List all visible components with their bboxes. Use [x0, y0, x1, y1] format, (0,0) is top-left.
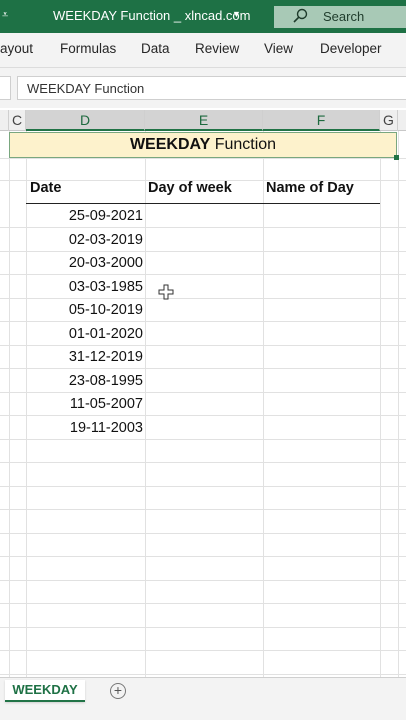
formula-input[interactable]: WEEKDAY Function	[17, 76, 406, 100]
tab-view[interactable]: View	[264, 41, 293, 56]
title-bar: ⩡ WEEKDAY Function _ xlncad.com ▼ Search	[0, 0, 406, 33]
column-header-f[interactable]: F	[263, 110, 380, 131]
row-header-edge	[0, 110, 9, 131]
chevron-down-icon[interactable]: ▼	[232, 9, 241, 19]
header-date[interactable]: Date	[30, 180, 61, 196]
column-header-c[interactable]: C	[9, 110, 26, 131]
ribbon-tabs: ayout Formulas Data Review View Develope…	[0, 33, 406, 68]
window-title: WEEKDAY Function _ xlncad.com	[53, 8, 251, 23]
worksheet-grid[interactable]: WEEKDAY Function Date Day of week Name o…	[0, 131, 406, 677]
tab-data[interactable]: Data	[141, 41, 170, 56]
formula-bar: WEEKDAY Function	[0, 68, 406, 108]
sheet-title-rest: Function	[210, 136, 277, 153]
tab-page-layout[interactable]: ayout	[0, 41, 33, 56]
fill-handle[interactable]	[394, 155, 399, 160]
header-day-of-week[interactable]: Day of week	[148, 180, 232, 196]
formula-value: WEEKDAY Function	[27, 81, 145, 96]
column-headers: C D E F G	[0, 110, 406, 131]
header-border	[26, 203, 380, 204]
date-cell[interactable]: 02-03-2019	[26, 232, 143, 248]
date-cell[interactable]: 23-08-1995	[26, 373, 143, 389]
column-header-e[interactable]: E	[145, 110, 263, 131]
cell-cursor-icon	[158, 284, 174, 300]
search-icon	[293, 8, 308, 23]
date-cell[interactable]: 01-01-2020	[26, 326, 143, 342]
tab-formulas[interactable]: Formulas	[60, 41, 116, 56]
date-cell[interactable]: 31-12-2019	[26, 349, 143, 365]
date-cell[interactable]: 25-09-2021	[26, 208, 143, 224]
quick-access-dropdown-icon[interactable]: ⩡	[2, 9, 8, 22]
date-cell[interactable]: 05-10-2019	[26, 302, 143, 318]
name-box[interactable]	[0, 76, 11, 100]
search-box[interactable]: Search	[274, 6, 406, 28]
search-label: Search	[323, 9, 365, 24]
sheet-title-bold: WEEKDAY	[129, 136, 211, 153]
tab-developer[interactable]: Developer	[320, 41, 382, 56]
column-header-d[interactable]: D	[26, 110, 145, 131]
date-cell[interactable]: 11-05-2007	[26, 396, 143, 412]
date-cell[interactable]: 03-03-1985	[26, 279, 143, 295]
sheet-tab-bar: WEEKDAY +	[0, 677, 406, 720]
column-header-g[interactable]: G	[380, 110, 398, 131]
sheet-title-cell[interactable]: WEEKDAY Function	[9, 132, 399, 160]
date-cell[interactable]: 19-11-2003	[26, 420, 143, 436]
header-name-of-day[interactable]: Name of Day	[266, 180, 354, 196]
sheet-tab-weekday[interactable]: WEEKDAY	[5, 680, 85, 702]
add-sheet-icon[interactable]: +	[110, 683, 126, 699]
tab-review[interactable]: Review	[195, 41, 239, 56]
date-cell[interactable]: 20-03-2000	[26, 255, 143, 271]
